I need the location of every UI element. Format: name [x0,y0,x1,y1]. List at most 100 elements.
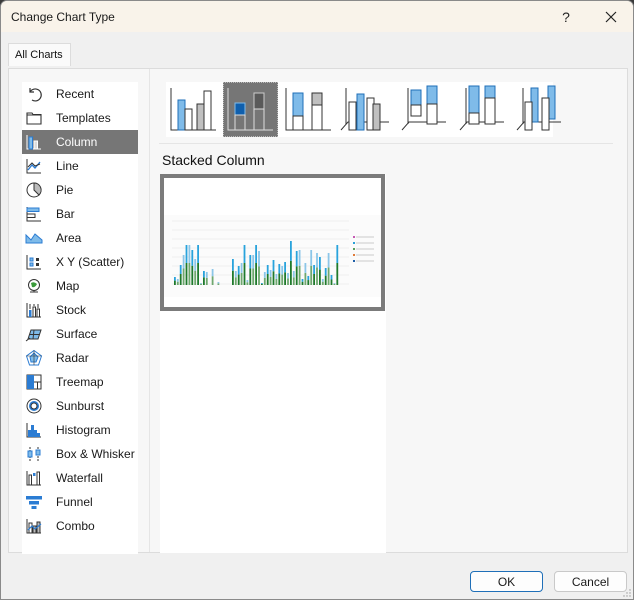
combo-chart-icon [25,517,43,535]
preview-bar-segment [307,280,310,285]
histogram-icon [25,421,43,439]
preview-bar-segment [174,277,176,281]
sidebar-item-x-y-scatter[interactable]: X Y (Scatter) [22,250,138,274]
preview-bar-segment [194,270,197,285]
preview-bar-segment [284,262,286,273]
ok-button[interactable]: OK [470,571,543,592]
preview-bar-segment [179,265,182,274]
subtype-clustered-column[interactable] [166,82,221,137]
sidebar-item-line[interactable]: Line [22,154,138,178]
preview-bar-segment [211,269,214,277]
sidebar-item-label: Sunburst [56,399,105,413]
preview-bar-segment [269,276,272,285]
preview-bar-segment [310,265,313,285]
subtype-100-stacked-column[interactable] [281,82,336,137]
sidebar-item-sunburst[interactable]: Sunburst [22,394,138,418]
preview-bar-segment [185,245,188,263]
preview-bar-segment [272,260,275,272]
preview-bar-segment [304,263,307,273]
preview-bar-segment [301,281,304,285]
clustered-column-icon [170,88,216,131]
sidebar-item-label: Box & Whisker [56,447,135,461]
subtype-3-d-stacked-column[interactable] [396,82,451,137]
sidebar-item-recent[interactable]: Recent [22,82,138,106]
stock-chart-icon [25,301,43,319]
preview-bar-segment [278,273,281,285]
sidebar-item-label: Templates [56,111,111,125]
preview-bar-segment [249,255,252,269]
recent-icon [25,85,43,103]
chart-preview-thumbnail[interactable] [160,174,385,311]
preview-bar-segment [316,267,318,285]
preview-bar-segment [234,271,237,278]
subtype-stacked-column[interactable] [223,82,278,137]
sidebar-item-label: Surface [56,327,98,341]
sidebar-item-column[interactable]: Column [22,130,138,154]
preview-bar-segment [243,245,246,263]
preview-bar-segment [263,277,266,285]
preview-bar-segment [263,272,266,278]
preview-bar-segment [252,255,255,269]
subtype-3-d-clustered-column[interactable] [339,82,394,137]
column-chart-icon [25,133,43,151]
preview-bar-segment [313,265,315,274]
preview-bar-segment [266,274,269,285]
sidebar-item-bar[interactable]: Bar [22,202,138,226]
waterfall-icon [25,469,43,487]
funnel-icon [25,493,43,511]
preview-bar-segment [313,274,315,285]
resize-grip-icon[interactable] [623,589,631,597]
preview-bar-segment [327,267,330,285]
sidebar-item-pie[interactable]: Pie [22,178,138,202]
templates-folder-icon [25,109,43,127]
preview-bar-segment [176,281,179,285]
preview-bar-segment [292,277,295,285]
3d-stacked-column-icon [401,85,446,131]
sidebar-item-label: Treemap [56,375,104,389]
cancel-button[interactable]: Cancel [554,571,627,592]
chart-subtype-gallery [166,82,561,137]
preview-bar-segment [240,263,243,273]
preview-bar-segment [258,251,260,267]
preview-bar-segment [261,283,263,285]
preview-bar-segment [261,283,263,284]
preview-bar-segment [182,255,185,269]
preview-bar-segment [333,283,336,285]
sidebar-item-waterfall[interactable]: Waterfall [22,466,138,490]
preview-bar-segment [194,259,197,271]
sidebar-item-label: Recent [56,87,95,101]
sidebar-item-surface[interactable]: Surface [22,322,138,346]
sidebar-item-radar[interactable]: Radar [22,346,138,370]
sidebar-item-label: Waterfall [56,471,103,485]
preview-bar-segment [182,268,185,285]
sidebar-item-funnel[interactable]: Funnel [22,490,138,514]
preview-bar-segment [298,265,301,285]
preview-bar-segment [292,271,295,278]
subtype-3-d-100-stacked-column[interactable] [454,82,509,137]
help-button[interactable]: ? [549,1,583,32]
close-button[interactable] [589,1,633,32]
close-icon [605,11,617,22]
preview-bar-segment [217,282,220,284]
preview-bar-segment [330,275,333,280]
preview-legend-marker [353,260,355,262]
sidebar-item-stock[interactable]: Stock [22,298,138,322]
preview-bar-segment [281,274,284,285]
tab-all-charts[interactable]: All Charts [8,43,71,66]
preview-bar-segment [269,270,272,277]
preview-bar-segment [232,270,234,285]
sidebar-item-treemap[interactable]: Treemap [22,370,138,394]
sidebar-item-histogram[interactable]: Histogram [22,418,138,442]
subtype-3-d-column[interactable] [511,82,566,137]
sunburst-icon [25,397,43,415]
sidebar-item-box-whisker[interactable]: Box & Whisker [22,442,138,466]
preview-bar-segment [307,276,310,281]
preview-bar-segment [203,277,205,285]
sidebar-item-combo[interactable]: Combo [22,514,138,538]
preview-bar-segment [336,263,339,285]
sidebar-item-area[interactable]: Area [22,226,138,250]
preview-bar-segment [197,245,199,263]
sidebar-item-templates[interactable]: Templates [22,106,138,130]
sidebar-item-map[interactable]: Map [22,274,138,298]
surface-chart-icon [25,325,43,343]
